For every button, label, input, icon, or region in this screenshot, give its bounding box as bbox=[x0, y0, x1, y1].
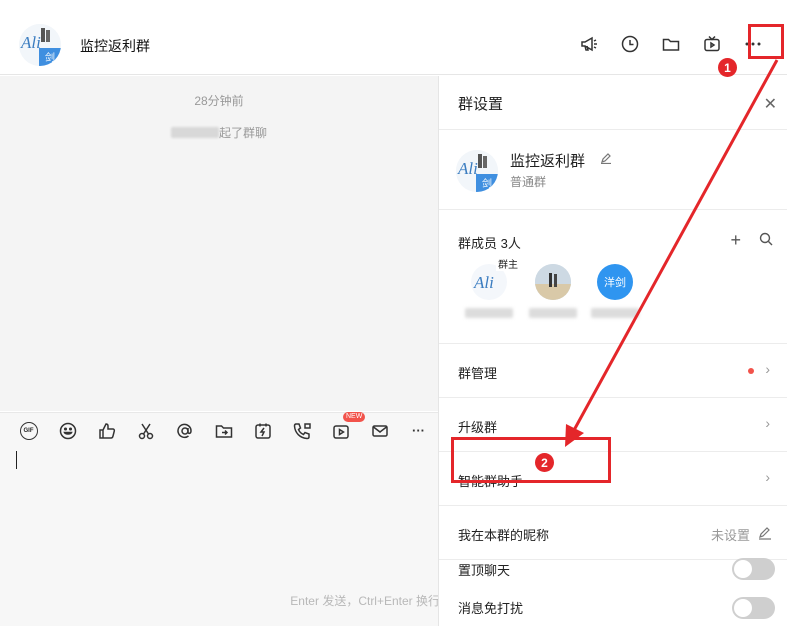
annotation-box-2 bbox=[451, 437, 611, 483]
send-file-button[interactable] bbox=[204, 418, 243, 444]
mute-row: 消息免打扰 bbox=[439, 588, 787, 626]
svg-text:Ali: Ali bbox=[20, 33, 41, 52]
live-button[interactable] bbox=[691, 30, 732, 58]
owner-tag: 群主 bbox=[496, 256, 520, 271]
annotation-step-2: 2 bbox=[535, 453, 554, 472]
mail-icon bbox=[371, 424, 388, 437]
search-member-button[interactable] bbox=[759, 232, 773, 249]
text-caret bbox=[16, 451, 17, 469]
member-name-redacted bbox=[529, 308, 577, 318]
thumbs-up-icon bbox=[98, 422, 115, 439]
member-avatar bbox=[535, 264, 571, 300]
chevron-right-icon: › bbox=[765, 469, 770, 485]
more-tools-button[interactable]: ··· bbox=[399, 418, 438, 444]
calendar-bolt-icon bbox=[254, 423, 271, 439]
mute-toggle[interactable] bbox=[732, 597, 775, 619]
group-type: 普通群 bbox=[510, 175, 547, 189]
pin-chat-row: 置顶聊天 bbox=[439, 550, 787, 588]
svg-text:剑: 剑 bbox=[45, 51, 55, 64]
header-actions bbox=[568, 30, 773, 58]
message-list[interactable]: 28分钟前 起了群聊 bbox=[0, 76, 438, 411]
pencil-icon bbox=[601, 153, 611, 165]
nickname-value: 未设置 bbox=[710, 528, 750, 543]
member-item[interactable]: 洋剑 bbox=[591, 264, 639, 318]
history-icon bbox=[621, 35, 638, 53]
history-button[interactable] bbox=[609, 30, 650, 58]
call-button[interactable] bbox=[282, 418, 321, 444]
edit-name-button[interactable] bbox=[600, 152, 612, 167]
at-icon bbox=[176, 423, 192, 438]
member-name-redacted bbox=[591, 308, 639, 318]
emoji-icon bbox=[59, 422, 76, 439]
mail-button[interactable] bbox=[360, 418, 399, 444]
edit-nickname-button[interactable] bbox=[758, 526, 772, 543]
compose-toolbar: GIF NEW ··· bbox=[0, 411, 438, 448]
annotation-step-1: 1 bbox=[718, 58, 737, 77]
panel-title: 群设置 bbox=[458, 96, 504, 113]
svg-text:剑: 剑 bbox=[482, 177, 492, 190]
group-title: 监控返利群 bbox=[80, 38, 150, 54]
svg-text:Ali: Ali bbox=[473, 273, 494, 292]
annotation-box-1 bbox=[748, 24, 784, 59]
group-manage-label: 群管理 bbox=[458, 366, 498, 381]
member-avatar: 洋剑 bbox=[597, 264, 633, 300]
emoji-button[interactable] bbox=[48, 418, 87, 444]
phone-video-icon bbox=[293, 422, 311, 439]
group-avatar[interactable]: Ali 剑 bbox=[19, 24, 61, 66]
system-message-text: 起了群聊 bbox=[218, 126, 267, 140]
folder-icon bbox=[662, 38, 679, 51]
mention-button[interactable] bbox=[165, 418, 204, 444]
members-section: 群成员 3人 + Ali 群主 洋剑 bbox=[439, 210, 787, 344]
folder-send-icon bbox=[215, 424, 232, 438]
member-item[interactable]: Ali bbox=[465, 264, 513, 318]
video-button[interactable]: NEW bbox=[321, 411, 366, 444]
redacted-name bbox=[170, 127, 219, 138]
add-member-button[interactable]: + bbox=[730, 230, 741, 251]
mute-label: 消息免打扰 bbox=[458, 601, 524, 616]
group-info: Ali 剑 监控返利群 普通群 bbox=[439, 130, 787, 210]
screenshot-button[interactable] bbox=[126, 418, 165, 444]
group-info-name: 监控返利群 bbox=[510, 153, 586, 170]
group-settings-panel: 群设置 ✕ Ali 剑 监控返利群 普通群 群成员 3人 + Ali 群主 洋剑… bbox=[438, 76, 787, 626]
play-screen-icon bbox=[332, 424, 349, 439]
pencil-icon bbox=[759, 527, 771, 540]
pin-chat-label: 置顶聊天 bbox=[458, 563, 511, 578]
send-hint: Enter 发送，Ctrl+Enter 换行 bbox=[290, 594, 440, 608]
search-icon bbox=[759, 232, 773, 246]
notification-dot bbox=[748, 368, 754, 374]
announcement-icon bbox=[580, 36, 597, 52]
chat-header: Ali 剑 监控返利群 bbox=[0, 0, 787, 75]
quick-app-button[interactable] bbox=[243, 418, 282, 444]
close-panel-button[interactable]: ✕ bbox=[764, 94, 777, 114]
chevron-right-icon: › bbox=[765, 415, 770, 431]
message-timestamp: 28分钟前 bbox=[194, 94, 244, 108]
members-label: 群成员 3人 bbox=[458, 236, 521, 251]
member-item[interactable] bbox=[529, 264, 577, 318]
member-name-redacted bbox=[465, 308, 513, 318]
folder-button[interactable] bbox=[650, 30, 691, 58]
group-manage-row[interactable]: 群管理 › bbox=[439, 344, 787, 398]
gif-icon: GIF bbox=[19, 421, 38, 440]
nickname-label: 我在本群的昵称 bbox=[458, 528, 550, 543]
like-button[interactable] bbox=[87, 418, 126, 444]
live-icon bbox=[703, 35, 720, 52]
chevron-right-icon: › bbox=[765, 361, 770, 377]
gif-button[interactable]: GIF bbox=[9, 418, 48, 444]
upgrade-group-label: 升级群 bbox=[458, 420, 498, 435]
scissors-icon bbox=[138, 423, 153, 439]
system-message: 起了群聊 bbox=[0, 124, 438, 141]
message-input[interactable]: Enter 发送，Ctrl+Enter 换行 bbox=[0, 448, 440, 626]
group-info-avatar[interactable]: Ali 剑 bbox=[456, 150, 498, 192]
announcement-button[interactable] bbox=[568, 30, 609, 58]
pin-chat-toggle[interactable] bbox=[732, 558, 775, 580]
panel-header: 群设置 ✕ bbox=[439, 76, 787, 130]
svg-text:Ali: Ali bbox=[457, 159, 478, 178]
